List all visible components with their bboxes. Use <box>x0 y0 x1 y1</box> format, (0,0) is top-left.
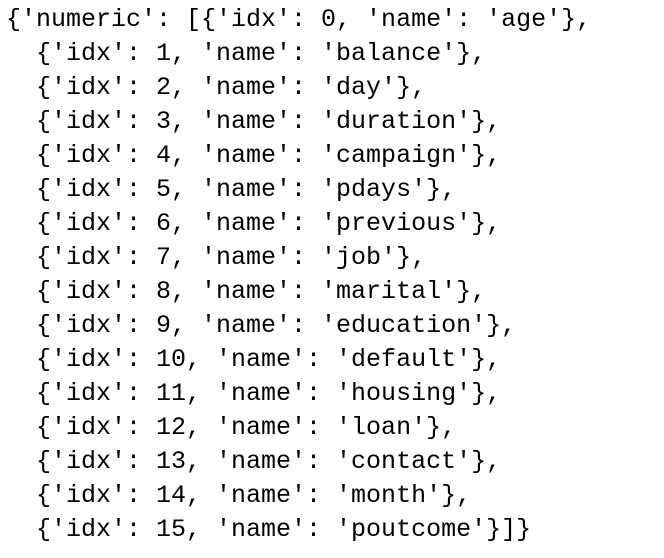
output-line: {'idx': 3, 'name': 'duration'}, <box>6 107 502 136</box>
output-line: {'numeric': [{'idx': 0, 'name': 'age'}, <box>6 5 592 34</box>
output-line: {'idx': 6, 'name': 'previous'}, <box>6 209 502 238</box>
output-line: {'idx': 11, 'name': 'housing'}, <box>6 379 502 408</box>
output-line: {'idx': 7, 'name': 'job'}, <box>6 243 427 272</box>
output-line: {'idx': 13, 'name': 'contact'}, <box>6 447 502 476</box>
output-line: {'idx': 12, 'name': 'loan'}, <box>6 413 457 442</box>
output-line: {'idx': 2, 'name': 'day'}, <box>6 73 427 102</box>
output-line: {'idx': 15, 'name': 'poutcome'}]} <box>6 515 532 544</box>
output-line: {'idx': 9, 'name': 'education'}, <box>6 311 517 340</box>
output-line: {'idx': 4, 'name': 'campaign'}, <box>6 141 502 170</box>
output-line: {'idx': 1, 'name': 'balance'}, <box>6 39 487 68</box>
code-output: {'numeric': [{'idx': 0, 'name': 'age'}, … <box>0 0 664 558</box>
output-line: {'idx': 8, 'name': 'marital'}, <box>6 277 487 306</box>
output-line: {'idx': 10, 'name': 'default'}, <box>6 345 502 374</box>
output-line: {'idx': 14, 'name': 'month'}, <box>6 481 472 510</box>
output-line: {'idx': 5, 'name': 'pdays'}, <box>6 175 457 204</box>
